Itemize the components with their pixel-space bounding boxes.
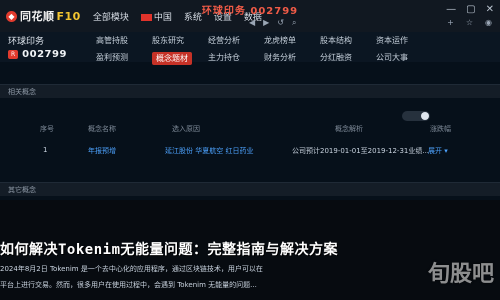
watermark: 旬股吧 bbox=[427, 262, 494, 287]
nav-item-active[interactable]: 概念题材 bbox=[152, 52, 192, 65]
panel-title: 其它概念 bbox=[8, 186, 36, 194]
nav-item[interactable]: 盈利预测 bbox=[96, 52, 152, 65]
stock-header: 环球印务 R 002799 高管持股 股东研究 经营分析 龙虎榜单 股本结构 资… bbox=[0, 32, 500, 65]
panel-header: 其它概念 bbox=[0, 182, 500, 196]
col-header: 概念名称 bbox=[88, 125, 116, 133]
row-index: 1 bbox=[43, 146, 48, 154]
close-icon[interactable]: ✕ bbox=[486, 4, 494, 15]
minimize-icon[interactable]: — bbox=[446, 4, 456, 15]
ticker-name: 环球印务 bbox=[8, 37, 45, 47]
ticker: 环球印务 R 002799 bbox=[8, 34, 67, 60]
nav-item[interactable]: 财务分析 bbox=[264, 52, 320, 65]
app-title: 环球印务 002799 bbox=[201, 6, 299, 17]
ticker-row: R 002799 bbox=[8, 49, 67, 60]
right-tools: + ☆ ◉ bbox=[447, 18, 492, 27]
panel-title: 相关概念 bbox=[8, 88, 36, 96]
nav-item[interactable]: 经营分析 bbox=[208, 35, 264, 46]
nav-item[interactable]: 主力持仓 bbox=[208, 52, 264, 65]
star-icon[interactable]: ☆ bbox=[466, 18, 473, 27]
add-icon[interactable]: + bbox=[447, 18, 454, 27]
top-bar: ◆ 同花顺 F10 全部模块 中国 系统 设置 数据 环球印务 002799 — … bbox=[0, 0, 500, 32]
nav-item[interactable]: 分红融资 bbox=[320, 52, 376, 65]
overlay-text: 平台上进行交易。然而，很多用户在使用过程中，会遇到 Tokenim 无能量的问题… bbox=[0, 281, 257, 289]
refresh-icon[interactable]: ↺ bbox=[277, 18, 284, 28]
nav-item[interactable]: 公司大事 bbox=[376, 52, 432, 65]
nav-item[interactable]: 股东研究 bbox=[152, 35, 208, 46]
expand-link[interactable]: 展开 ▾ bbox=[428, 146, 448, 156]
panel-header: 相关概念 bbox=[0, 84, 500, 98]
col-header: 概念解析 bbox=[335, 125, 363, 133]
maximize-icon[interactable]: ▢ bbox=[466, 4, 475, 15]
reason-link[interactable]: 延江股份 华夏航空 红日药业 bbox=[165, 146, 253, 156]
ticker-badge: R bbox=[8, 50, 19, 59]
overlay-title: 如何解决Tokenim无能量问题：完整指南与解决方案 bbox=[0, 242, 338, 258]
table-row: 1 年报预增 延江股份 华夏航空 红日药业 公司预计2019-01-01至201… bbox=[0, 144, 500, 158]
window-controls: — ▢ ✕ bbox=[446, 4, 494, 15]
col-header: 涨跌幅 bbox=[430, 125, 451, 133]
forward-icon[interactable]: ▶ bbox=[263, 18, 269, 28]
back-icon[interactable]: ◀ bbox=[249, 18, 255, 28]
nav-item[interactable]: 股本结构 bbox=[320, 35, 376, 46]
overlay-text: 2024年8月2日 Tokenim 是一个去中心化的应用程序，通过区块链技术，用… bbox=[0, 265, 263, 273]
nav-item[interactable]: 资本运作 bbox=[376, 35, 432, 46]
concept-name-link[interactable]: 年报预增 bbox=[88, 146, 116, 156]
table-header: 序号 概念名称 选入原因 概念解析 涨跌幅 bbox=[0, 122, 500, 136]
ticker-code: 002799 bbox=[22, 49, 67, 60]
search-icon[interactable]: ⌕ bbox=[292, 18, 296, 28]
nav-item[interactable]: 龙虎榜单 bbox=[264, 35, 320, 46]
panel-toggle[interactable] bbox=[402, 111, 430, 121]
nav-item[interactable]: 高管持股 bbox=[96, 35, 152, 46]
col-header: 选入原因 bbox=[172, 125, 200, 133]
user-icon[interactable]: ◉ bbox=[485, 18, 492, 27]
nav-arrows: ◀ ▶ ↺ ⌕ bbox=[249, 18, 297, 28]
col-header: 序号 bbox=[40, 125, 54, 133]
concept-analysis: 公司预计2019-01-01至2019-12-31业绩... bbox=[292, 147, 430, 155]
f10-nav: 高管持股 股东研究 经营分析 龙虎榜单 股本结构 资本运作 盈利预测 概念题材 … bbox=[96, 35, 432, 65]
